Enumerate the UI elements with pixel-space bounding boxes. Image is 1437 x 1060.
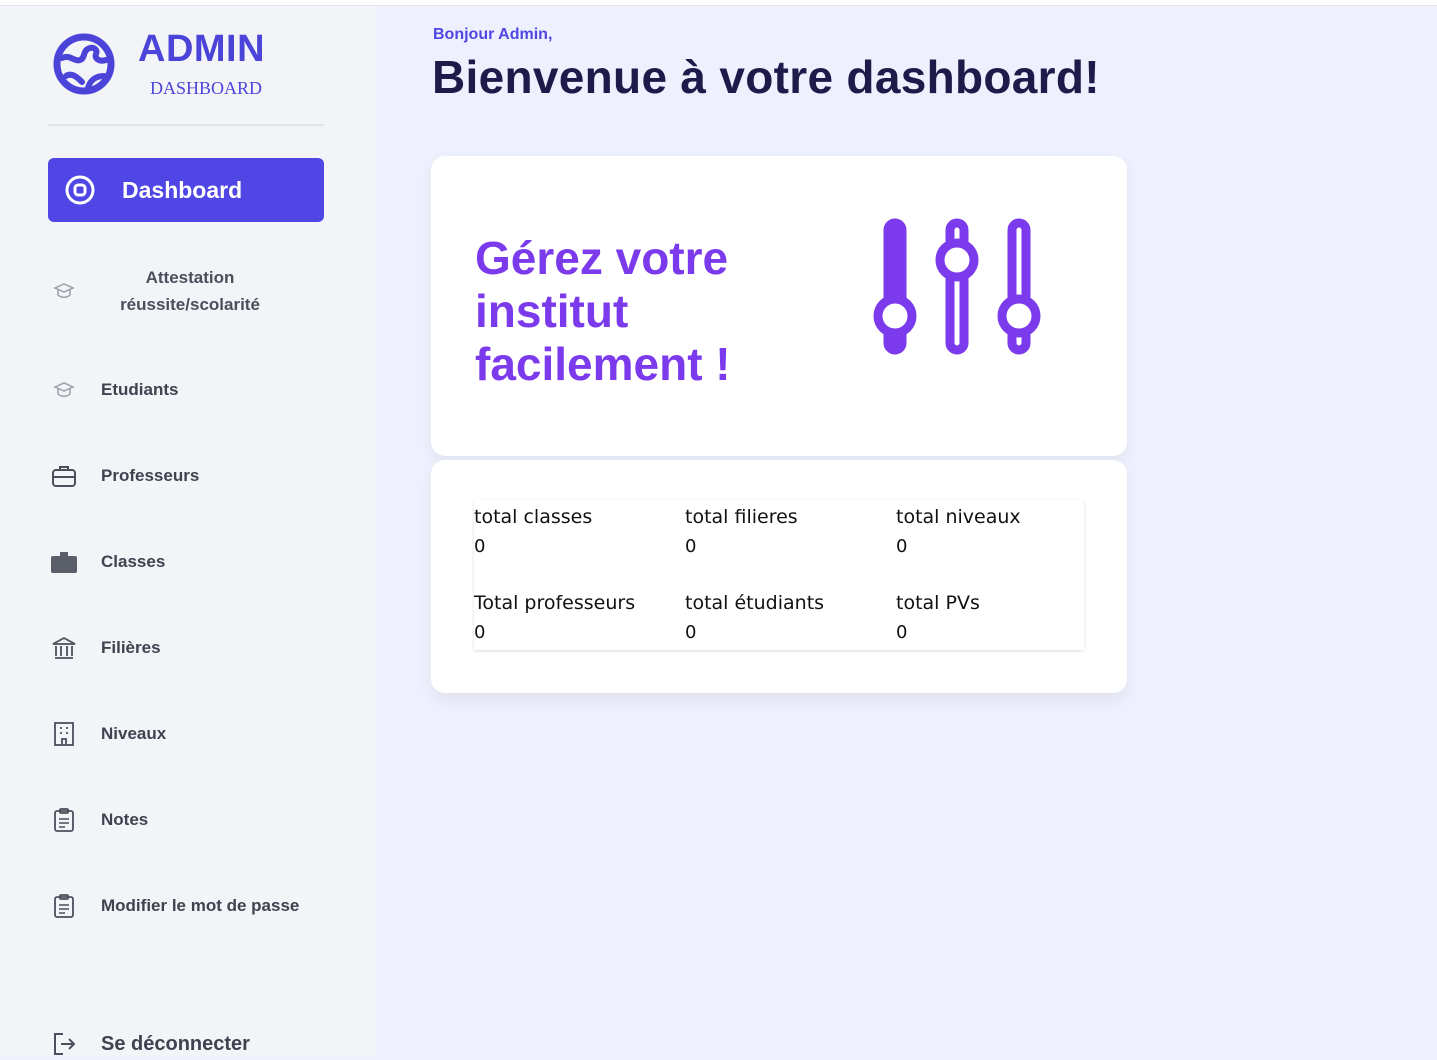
stats-grid: total classes 0 total filieres 0 total n… <box>474 500 1084 650</box>
hero-card: Gérez votre institut facilement ! <box>431 156 1127 456</box>
page-title: Bienvenue à votre dashboard! <box>432 51 1100 103</box>
stat-filieres: total filieres 0 <box>685 506 895 557</box>
sliders-icon <box>873 218 1041 355</box>
brand-title: ADMIN <box>138 28 266 70</box>
sidebar-item-label: Notes <box>101 810 149 829</box>
clipboard-icon <box>48 804 80 836</box>
sidebar-item-niveaux[interactable]: Niveaux <box>48 718 324 750</box>
graduation-cap-icon <box>48 374 80 406</box>
stat-value: 0 <box>685 622 697 643</box>
stat-etudiants: total étudiants 0 <box>685 592 895 643</box>
stat-label: total étudiants <box>685 592 825 614</box>
globe-icon <box>53 33 115 95</box>
stat-label: total filieres <box>685 506 798 528</box>
bank-icon <box>48 632 80 664</box>
sidebar-item-notes[interactable]: Notes <box>48 804 324 836</box>
graduation-cap-icon <box>48 275 80 307</box>
stat-label: total classes <box>474 506 593 528</box>
brand: ADMIN DASHBOARD <box>52 28 332 108</box>
sidebar-item-password[interactable]: Modifier le mot de passe <box>48 890 324 922</box>
stat-value: 0 <box>896 536 908 557</box>
stat-classes: total classes 0 <box>474 506 684 557</box>
logout-icon <box>48 1028 80 1060</box>
sidebar-item-attestation[interactable]: Attestation réussite/scolarité <box>48 264 324 318</box>
stat-value: 0 <box>896 622 908 643</box>
sidebar-item-label: Classes <box>101 552 166 571</box>
sidebar: ADMIN DASHBOARD Dashboard Attestation ré… <box>0 6 376 1057</box>
sidebar-item-label: Filières <box>101 638 161 657</box>
target-icon <box>64 174 96 206</box>
sidebar-item-logout[interactable]: Se déconnecter <box>48 1028 324 1060</box>
stat-label: total niveaux <box>896 506 1021 528</box>
sidebar-item-label: Se déconnecter <box>101 1032 250 1055</box>
sidebar-item-label: Modifier le mot de passe <box>101 896 300 915</box>
stat-professeurs: Total professeurs 0 <box>474 592 684 643</box>
stat-label: Total professeurs <box>474 592 636 614</box>
sidebar-item-label: Professeurs <box>101 466 200 485</box>
sidebar-item-label: Niveaux <box>101 724 167 743</box>
hero-text: Gérez votre institut facilement ! <box>475 232 731 390</box>
case-icon <box>48 546 80 578</box>
stat-value: 0 <box>474 622 486 643</box>
stat-pvs: total PVs 0 <box>896 592 1106 643</box>
building-icon <box>48 718 80 750</box>
stats-card: total classes 0 total filieres 0 total n… <box>431 460 1127 693</box>
sidebar-item-label: Etudiants <box>101 380 179 399</box>
stat-label: total PVs <box>896 592 980 614</box>
sidebar-item-etudiants[interactable]: Etudiants <box>48 374 324 406</box>
sidebar-item-classes[interactable]: Classes <box>48 546 324 578</box>
sidebar-item-filieres[interactable]: Filières <box>48 632 324 664</box>
greeting: Bonjour Admin, <box>433 26 553 43</box>
stat-value: 0 <box>685 536 697 557</box>
sidebar-item-dashboard[interactable]: Dashboard <box>48 158 324 222</box>
stat-niveaux: total niveaux 0 <box>896 506 1106 557</box>
stat-value: 0 <box>474 536 486 557</box>
sidebar-item-professeurs[interactable]: Professeurs <box>48 460 324 492</box>
brand-subtitle: DASHBOARD <box>150 78 263 98</box>
sidebar-item-label: Attestation réussite/scolarité <box>120 268 260 314</box>
clipboard-icon <box>48 890 80 922</box>
briefcase-icon <box>48 460 80 492</box>
sidebar-item-label: Dashboard <box>122 176 243 203</box>
sidebar-divider <box>48 124 324 126</box>
